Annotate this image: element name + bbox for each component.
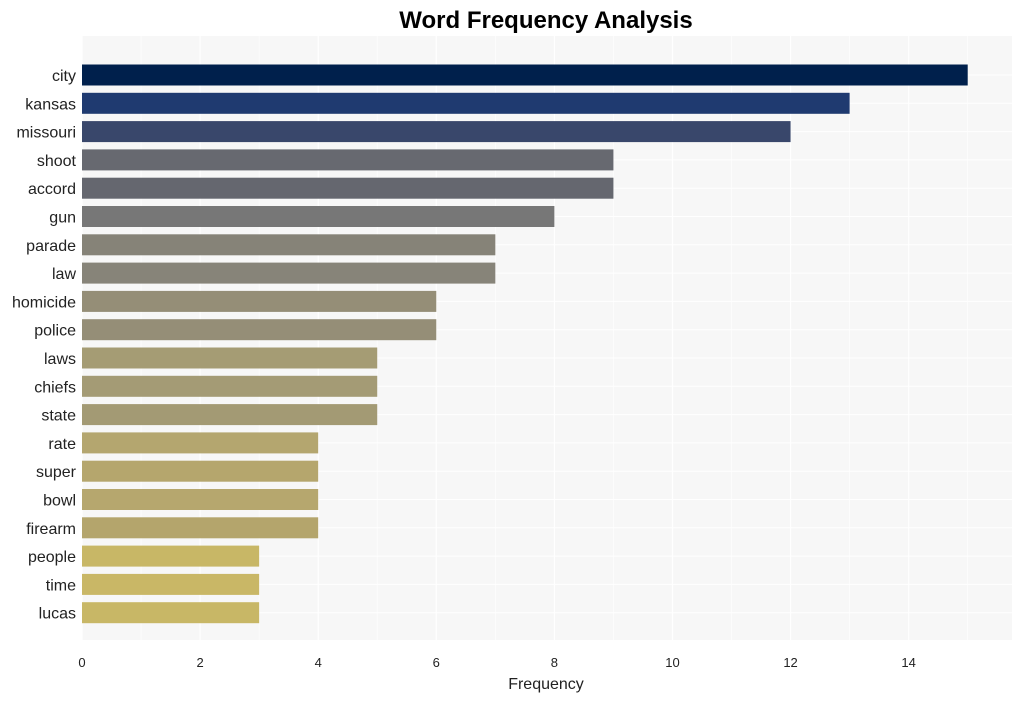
bar-bowl bbox=[82, 489, 319, 510]
y-label-time: time bbox=[46, 577, 76, 594]
y-label-bowl: bowl bbox=[43, 493, 76, 510]
y-axis-labels: city kansas missouri shoot accord gun parade la… bbox=[12, 68, 77, 623]
x-tick-label: 2 bbox=[196, 655, 203, 670]
y-label-parade: parade bbox=[26, 238, 76, 255]
bar-time bbox=[82, 573, 260, 595]
bar-lucas bbox=[82, 602, 260, 624]
x-tick-label: 12 bbox=[783, 655, 797, 670]
bar-laws bbox=[82, 347, 378, 369]
bar-missouri bbox=[82, 121, 791, 143]
y-label-laws: laws bbox=[44, 351, 76, 368]
bar-state bbox=[82, 404, 378, 426]
y-label-firearm: firearm bbox=[26, 521, 76, 538]
x-tick-label: 8 bbox=[551, 655, 558, 670]
y-label-police: police bbox=[34, 323, 76, 340]
word-frequency-chart: city kansas missouri shoot accord gun parade la… bbox=[12, 7, 1012, 693]
y-label-shoot: shoot bbox=[37, 153, 77, 170]
x-tick-label: 4 bbox=[315, 655, 322, 670]
bar-chiefs bbox=[82, 375, 378, 397]
y-label-accord: accord bbox=[28, 181, 76, 198]
x-axis-ticks: 0 2 4 6 8 10 12 14 bbox=[78, 655, 916, 670]
bar-law bbox=[82, 262, 496, 284]
bar-gun bbox=[82, 206, 555, 227]
bar-rate bbox=[82, 432, 319, 454]
chart-title: Word Frequency Analysis bbox=[399, 7, 692, 34]
bar-kansas bbox=[82, 92, 850, 114]
bar-accord bbox=[82, 177, 614, 199]
y-label-city: city bbox=[52, 68, 76, 85]
bar-police bbox=[82, 319, 437, 341]
y-label-state: state bbox=[41, 408, 76, 425]
bar-parade bbox=[82, 234, 496, 256]
bar-shoot bbox=[82, 149, 614, 171]
y-label-kansas: kansas bbox=[25, 96, 76, 113]
x-tick-label: 14 bbox=[901, 655, 915, 670]
x-tick-label: 10 bbox=[665, 655, 679, 670]
y-label-law: law bbox=[52, 266, 76, 283]
y-label-lucas: lucas bbox=[39, 606, 76, 623]
y-label-chiefs: chiefs bbox=[34, 379, 76, 396]
y-label-super: super bbox=[36, 464, 77, 481]
bar-people bbox=[82, 545, 260, 567]
y-label-gun: gun bbox=[49, 210, 76, 227]
bar-homicide bbox=[82, 290, 437, 312]
y-label-rate: rate bbox=[48, 436, 76, 453]
x-axis-title: Frequency bbox=[508, 676, 584, 693]
x-tick-label: 0 bbox=[78, 655, 85, 670]
bar-city bbox=[82, 64, 968, 86]
y-label-people: people bbox=[28, 549, 76, 566]
y-label-missouri: missouri bbox=[16, 125, 76, 142]
bar-super bbox=[82, 460, 319, 482]
bar-firearm bbox=[82, 517, 319, 539]
x-tick-label: 6 bbox=[433, 655, 440, 670]
y-label-homicide: homicide bbox=[12, 294, 76, 311]
